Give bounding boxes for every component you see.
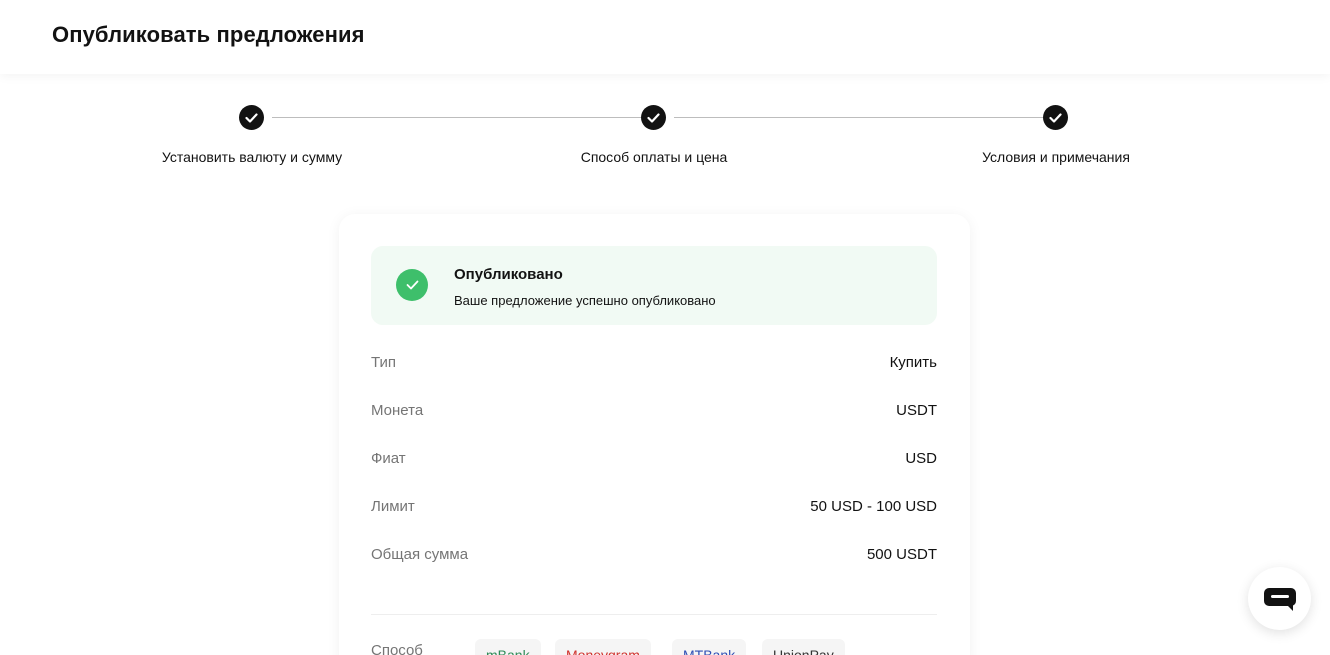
detail-row-limit: Лимит 50 USD - 100 USD (371, 496, 937, 516)
detail-row-type: Тип Купить (371, 352, 937, 372)
detail-label: Монета (371, 401, 424, 419)
payment-chip-mtbank: MTBank (672, 639, 747, 655)
payment-chip-mbank: mBank (475, 639, 541, 655)
step-2-check-icon (641, 105, 666, 130)
offer-summary-card: Опубликовано Ваше предложение успешно оп… (339, 214, 970, 655)
page-title: Опубликовать предложения (52, 22, 365, 47)
success-title: Опубликовано (454, 266, 563, 283)
detail-value: Купить (889, 353, 937, 371)
chat-button[interactable] (1248, 567, 1311, 630)
detail-row-total: Общая сумма 500 USDT (371, 544, 937, 564)
step-3-label: Условия и примечания (982, 149, 1130, 165)
detail-value: 500 USDT (866, 545, 937, 563)
detail-label: Общая сумма (371, 545, 469, 563)
detail-value: 50 USD - 100 USD (810, 497, 937, 515)
page-header: Опубликовать предложения (0, 0, 1330, 74)
detail-value: USDT (896, 401, 937, 419)
step-3-check-icon (1043, 105, 1068, 130)
payment-chip-moneygram: Moneygram (555, 639, 651, 655)
payment-chip-unionpay: UnionPay (762, 639, 845, 655)
detail-label: Фиат (371, 449, 406, 467)
step-connector (674, 117, 1043, 118)
step-1-label: Установить валюту и сумму (161, 149, 343, 165)
detail-value: USD (905, 449, 937, 467)
success-banner: Опубликовано Ваше предложение успешно оп… (371, 246, 937, 325)
detail-label: Лимит (371, 497, 415, 515)
step-connector (272, 117, 641, 118)
stepper: Установить валюту и сумму Способ оплаты … (0, 105, 1330, 175)
check-circle-icon (396, 269, 428, 301)
payment-method-label: Способ (371, 642, 423, 655)
success-text: Ваше предложение успешно опубликовано (454, 293, 716, 308)
chat-icon (1263, 587, 1296, 611)
divider (371, 614, 937, 615)
detail-label: Тип (371, 353, 397, 371)
detail-row-fiat: Фиат USD (371, 448, 937, 468)
step-2-label: Способ оплаты и цена (580, 149, 728, 165)
detail-row-coin: Монета USDT (371, 400, 937, 420)
step-1-check-icon (239, 105, 264, 130)
